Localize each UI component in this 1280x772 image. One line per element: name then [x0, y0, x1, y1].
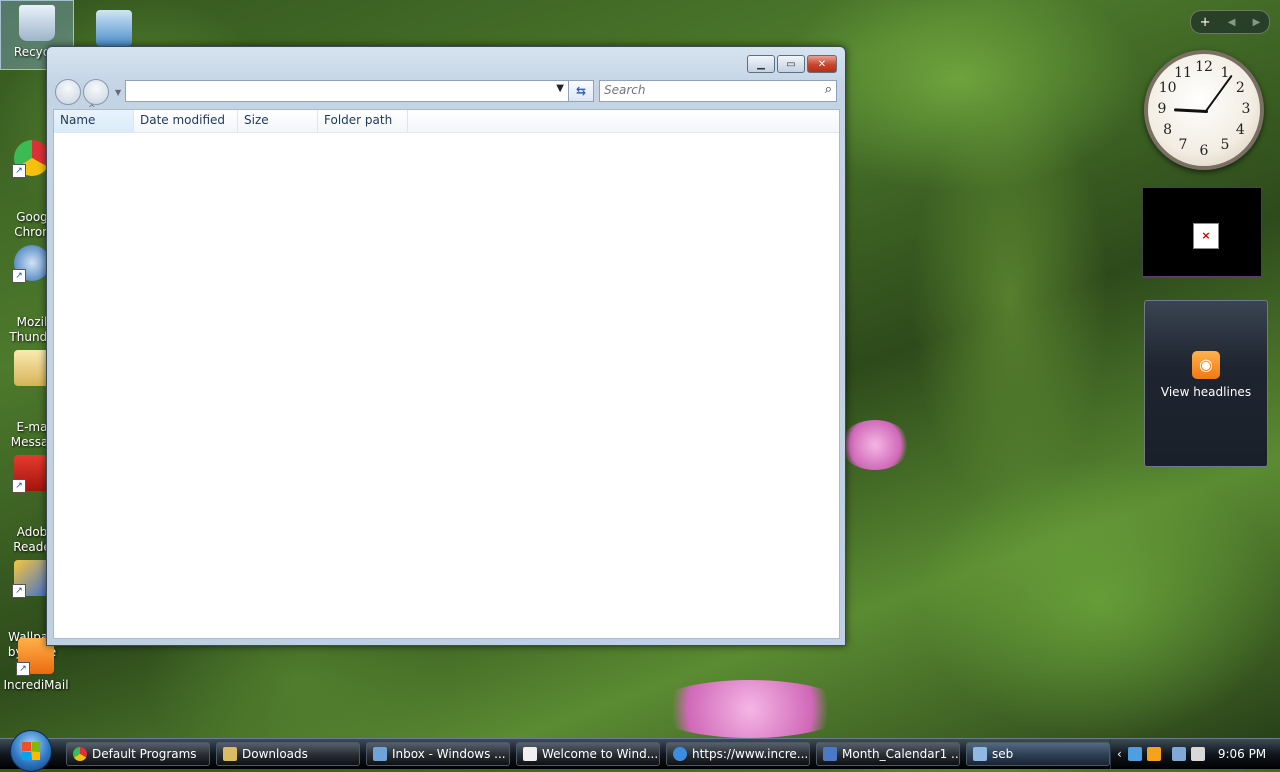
next-page-icon[interactable]: ▶ — [1253, 17, 1261, 28]
desktop-icon-label: IncrediMail — [3, 678, 69, 692]
maximize-button[interactable]: ▭ — [777, 55, 805, 73]
taskbar-item-label: Month_Calendar1 ... — [842, 747, 960, 761]
search-window-icon — [973, 747, 987, 761]
flower-decoration — [840, 420, 910, 470]
column-header-name[interactable]: Name — [54, 104, 134, 132]
volume-muted-icon[interactable] — [1190, 747, 1205, 761]
minimize-button[interactable]: ▁ — [747, 55, 775, 73]
display-tray-icon[interactable] — [1171, 747, 1186, 761]
clock-number: 9 — [1157, 101, 1167, 117]
file-list-pane[interactable]: Name Date modified Size Folder path — [53, 104, 840, 639]
address-bar[interactable]: ▼ — [125, 80, 569, 102]
add-gadget-button[interactable]: + — [1200, 15, 1211, 30]
recycle-bin-icon — [19, 5, 55, 41]
taskbar-item-label: Inbox - Windows ... — [392, 747, 506, 761]
document-icon — [823, 747, 837, 761]
taskbar-item-seb[interactable]: seb — [966, 742, 1110, 766]
column-header-date-modified[interactable]: Date modified — [134, 110, 238, 132]
navigation-bar: ▼ ▼ ⇆ ⌕ — [55, 79, 839, 105]
feed-headlines-gadget[interactable]: ◉ View headlines — [1144, 300, 1268, 467]
taskbar-item-browser[interactable]: https://www.incre... — [666, 742, 810, 766]
start-button[interactable] — [10, 730, 52, 772]
close-button[interactable]: ✕ — [807, 55, 837, 73]
shortcut-arrow-icon: ↗ — [16, 662, 30, 676]
taskbar-item-label: Default Programs — [92, 747, 197, 761]
column-header-row: Name Date modified Size Folder path — [54, 104, 839, 133]
system-tray: ‹ 9:06 PM — [1110, 739, 1280, 769]
clock-number: 5 — [1220, 137, 1230, 154]
recent-pages-dropdown[interactable]: ▼ — [115, 88, 121, 97]
mail-icon — [373, 747, 387, 761]
taskbar-item-label: https://www.incre... — [692, 747, 809, 761]
rss-feed-icon: ◉ — [1192, 351, 1220, 379]
clock-number: 7 — [1178, 137, 1188, 154]
taskbar: Default Programs Downloads Inbox - Windo… — [0, 730, 1280, 772]
folder-icon — [223, 747, 237, 761]
clock-time[interactable]: 9:06 PM — [1218, 747, 1266, 761]
taskbar-item-inbox[interactable]: Inbox - Windows ... — [366, 742, 510, 766]
warning-tray-icon[interactable] — [1146, 747, 1161, 761]
taskbar-item-month-calendar[interactable]: Month_Calendar1 ... — [816, 742, 960, 766]
sidebar-controls: + ◀ ▶ — [1190, 10, 1270, 34]
view-headlines-link[interactable]: View headlines — [1145, 385, 1267, 399]
ie-icon — [673, 747, 687, 761]
adobe-reader-icon: ↗ — [12, 455, 50, 493]
clock-number: 12 — [1195, 59, 1213, 75]
desktop-icon-incredimail[interactable]: ↗ IncrediMail — [0, 638, 72, 693]
shortcut-arrow-icon: ↗ — [12, 164, 26, 178]
search-window[interactable]: ▁ ▭ ✕ ▼ ▼ ⇆ ⌕ Name Date modified Size Fo… — [46, 46, 846, 646]
clock-number: 6 — [1199, 143, 1209, 159]
clock-number: 2 — [1235, 80, 1245, 96]
shortcut-arrow-icon: ↗ — [12, 269, 26, 283]
shortcut-arrow-icon: ↗ — [12, 479, 26, 493]
column-header-size[interactable]: Size — [238, 110, 318, 132]
thunderbird-icon: ↗ — [12, 245, 50, 283]
clock-number: 10 — [1158, 80, 1177, 96]
clock-gadget[interactable]: 12 1 2 3 4 5 6 7 8 9 10 11 — [1144, 50, 1264, 170]
clock-number: 11 — [1174, 64, 1192, 81]
windows-logo-icon — [22, 742, 40, 760]
chrome-icon: ↗ — [12, 140, 50, 178]
clock-number: 4 — [1235, 122, 1245, 138]
clock-number: 3 — [1241, 101, 1251, 117]
forward-button[interactable] — [83, 79, 109, 105]
column-header-folder-path[interactable]: Folder path — [318, 110, 408, 132]
desktop-icon-calendar[interactable] — [78, 10, 150, 50]
taskbar-item-default-programs[interactable]: Default Programs — [66, 742, 210, 766]
taskbar-item-label: seb — [992, 747, 1014, 761]
clock-number: 1 — [1220, 64, 1230, 81]
envelope-icon — [523, 747, 537, 761]
folder-icon — [14, 350, 50, 386]
search-box[interactable]: ⌕ — [599, 80, 837, 102]
shortcut-arrow-icon: ↗ — [12, 584, 26, 598]
broken-image-icon: × — [1193, 223, 1219, 249]
broken-gadget[interactable]: × — [1142, 187, 1262, 278]
taskbar-item-label: Welcome to Wind... — [542, 747, 659, 761]
network-tray-icon[interactable] — [1127, 747, 1142, 761]
wallpaper-icon: ↗ — [12, 560, 50, 598]
refresh-button[interactable]: ⇆ — [568, 80, 594, 102]
flower-decoration — [650, 680, 850, 738]
clock-hour-hand — [1173, 108, 1209, 114]
taskbar-item-welcome[interactable]: Welcome to Wind... — [516, 742, 660, 766]
calendar-icon — [96, 10, 132, 46]
search-icon[interactable]: ⌕ — [825, 82, 832, 97]
taskbar-item-downloads[interactable]: Downloads — [216, 742, 360, 766]
back-button[interactable] — [55, 79, 81, 105]
clock-number: 8 — [1163, 122, 1173, 138]
taskbar-item-label: Downloads — [242, 747, 308, 761]
title-bar-buttons: ▁ ▭ ✕ — [747, 55, 837, 73]
previous-page-icon[interactable]: ◀ — [1228, 17, 1236, 28]
default-programs-icon — [73, 747, 87, 761]
show-hidden-icons-chevron-icon[interactable]: ‹ — [1117, 747, 1122, 761]
search-input[interactable] — [600, 81, 808, 99]
address-dropdown-icon[interactable]: ▼ — [556, 83, 564, 94]
